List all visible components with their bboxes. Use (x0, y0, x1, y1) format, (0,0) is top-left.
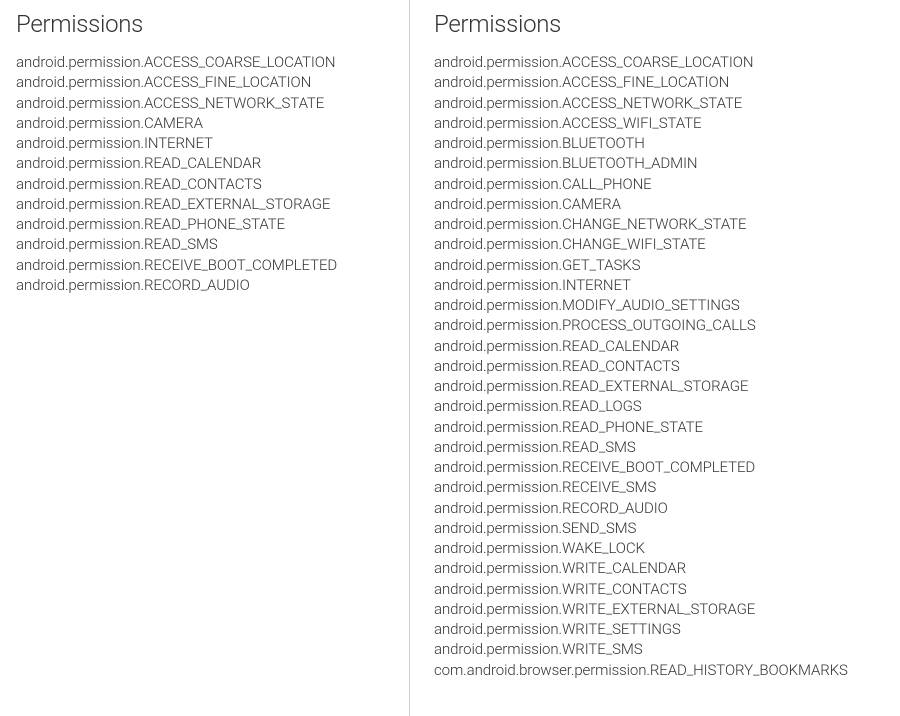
permission-item: android.permission.ACCESS_COARSE_LOCATIO… (16, 52, 393, 72)
permission-item: android.permission.READ_CONTACTS (434, 356, 884, 376)
permission-item: android.permission.CAMERA (16, 113, 393, 133)
permission-item: android.permission.READ_PHONE_STATE (16, 214, 393, 234)
permission-item: android.permission.READ_CALENDAR (16, 153, 393, 173)
permission-item: android.permission.PROCESS_OUTGOING_CALL… (434, 315, 884, 335)
permission-item: android.permission.BLUETOOTH (434, 133, 884, 153)
permission-item: android.permission.RECEIVE_BOOT_COMPLETE… (16, 255, 393, 275)
permission-item: android.permission.SEND_SMS (434, 518, 884, 538)
permission-item: android.permission.WRITE_SETTINGS (434, 619, 884, 639)
permission-item: android.permission.READ_LOGS (434, 396, 884, 416)
permission-item: android.permission.ACCESS_WIFI_STATE (434, 113, 884, 133)
permission-item: android.permission.GET_TASKS (434, 255, 884, 275)
permission-item: android.permission.CALL_PHONE (434, 174, 884, 194)
permission-item: android.permission.WRITE_CONTACTS (434, 579, 884, 599)
permission-item: android.permission.READ_CONTACTS (16, 174, 393, 194)
permission-item: android.permission.WRITE_SMS (434, 639, 884, 659)
permission-item: android.permission.WAKE_LOCK (434, 538, 884, 558)
permission-item: android.permission.CHANGE_NETWORK_STATE (434, 214, 884, 234)
permission-item: android.permission.ACCESS_NETWORK_STATE (434, 93, 884, 113)
permission-item: android.permission.RECEIVE_BOOT_COMPLETE… (434, 457, 884, 477)
permission-item: android.permission.WRITE_CALENDAR (434, 558, 884, 578)
permission-item: android.permission.READ_CALENDAR (434, 336, 884, 356)
permission-item: android.permission.ACCESS_FINE_LOCATION (16, 72, 393, 92)
permissions-heading-left: Permissions (16, 10, 393, 38)
permission-item: android.permission.CAMERA (434, 194, 884, 214)
permission-item: android.permission.ACCESS_COARSE_LOCATIO… (434, 52, 884, 72)
permission-item: android.permission.READ_EXTERNAL_STORAGE (16, 194, 393, 214)
permissions-heading-right: Permissions (434, 10, 884, 38)
permission-item: android.permission.BLUETOOTH_ADMIN (434, 153, 884, 173)
permission-item: android.permission.MODIFY_AUDIO_SETTINGS (434, 295, 884, 315)
permission-item: android.permission.READ_SMS (434, 437, 884, 457)
permissions-list-left: android.permission.ACCESS_COARSE_LOCATIO… (16, 52, 393, 295)
permission-item: android.permission.INTERNET (434, 275, 884, 295)
permission-item: android.permission.ACCESS_NETWORK_STATE (16, 93, 393, 113)
permission-item: android.permission.RECORD_AUDIO (434, 498, 884, 518)
permissions-column-left: Permissions android.permission.ACCESS_CO… (0, 0, 410, 716)
permission-item: android.permission.INTERNET (16, 133, 393, 153)
permissions-list-right: android.permission.ACCESS_COARSE_LOCATIO… (434, 52, 884, 680)
permission-item: android.permission.RECORD_AUDIO (16, 275, 393, 295)
permission-item: com.android.browser.permission.READ_HIST… (434, 660, 884, 680)
permission-item: android.permission.READ_PHONE_STATE (434, 417, 884, 437)
permission-item: android.permission.WRITE_EXTERNAL_STORAG… (434, 599, 884, 619)
permission-item: android.permission.CHANGE_WIFI_STATE (434, 234, 884, 254)
permission-item: android.permission.RECEIVE_SMS (434, 477, 884, 497)
permission-item: android.permission.READ_EXTERNAL_STORAGE (434, 376, 884, 396)
permissions-column-right: Permissions android.permission.ACCESS_CO… (410, 0, 900, 716)
permission-item: android.permission.ACCESS_FINE_LOCATION (434, 72, 884, 92)
permission-item: android.permission.READ_SMS (16, 234, 393, 254)
